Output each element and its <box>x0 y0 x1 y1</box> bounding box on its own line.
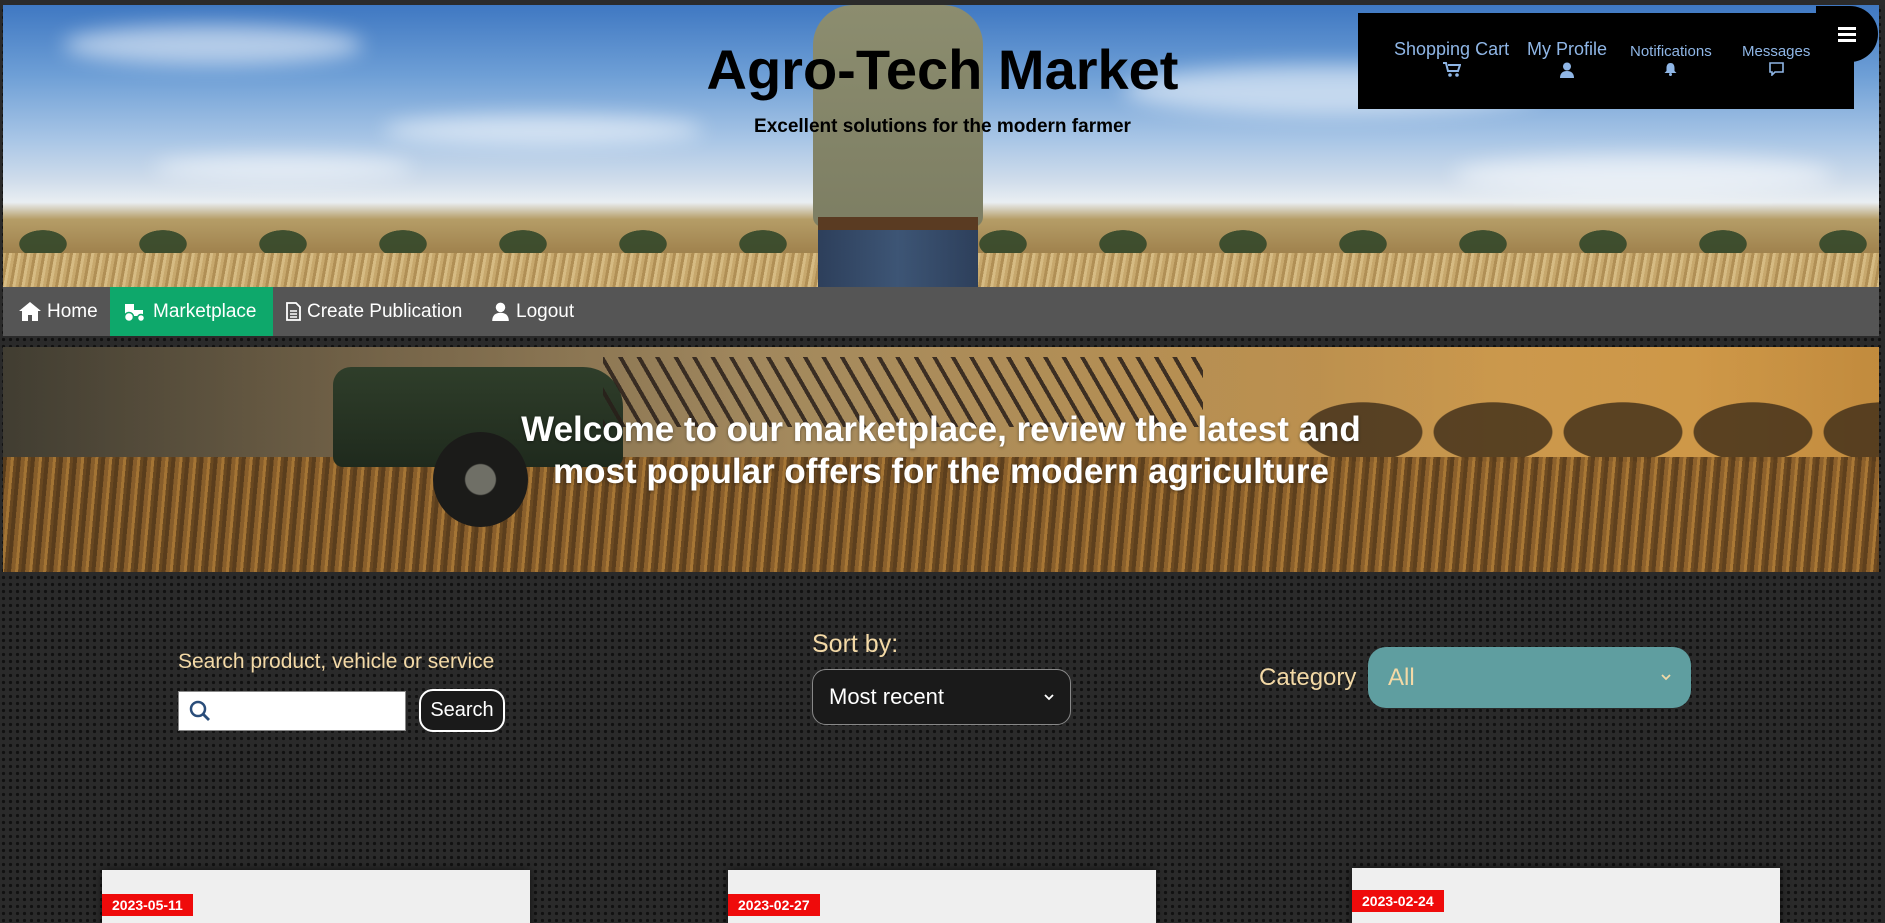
nav-logout-label: Logout <box>516 300 575 322</box>
product-card[interactable]: 2023-05-11 <box>102 870 530 923</box>
user-icon <box>1560 62 1574 78</box>
notifications-link[interactable]: Notifications <box>1630 43 1712 76</box>
tractor-icon <box>123 303 146 322</box>
welcome-line-1: Welcome to our marketplace, review the l… <box>521 410 1361 449</box>
date-badge: 2023-05-11 <box>102 894 193 916</box>
nav-home[interactable]: Home <box>6 287 111 336</box>
product-card[interactable]: 2023-02-27 <box>728 870 1156 923</box>
sort-select[interactable]: Most recent <box>812 669 1071 725</box>
user-icon <box>492 302 509 321</box>
messages-link[interactable]: Messages <box>1742 43 1810 76</box>
search-box[interactable] <box>178 691 406 731</box>
search-icon <box>189 700 210 721</box>
cart-icon <box>1442 62 1461 77</box>
chevron-down-icon <box>1661 674 1671 681</box>
search-label: Search product, vehicle or service <box>178 650 495 673</box>
my-profile-link[interactable]: My Profile <box>1527 39 1607 78</box>
bell-icon <box>1664 63 1677 76</box>
search-button[interactable]: Search <box>419 689 505 732</box>
sort-label: Sort by: <box>812 630 899 658</box>
notifications-label: Notifications <box>1630 43 1712 60</box>
top-navigation: Shopping Cart My Profile Notifications M… <box>1358 13 1854 109</box>
date-badge: 2023-02-27 <box>728 894 820 916</box>
nav-marketplace-label: Marketplace <box>153 300 257 322</box>
nav-home-label: Home <box>47 300 98 322</box>
nav-marketplace[interactable]: Marketplace <box>110 287 273 336</box>
messages-label: Messages <box>1742 43 1811 60</box>
hamburger-menu-button[interactable] <box>1816 6 1878 62</box>
main-navbar: Home Marketplace Create Publication Logo… <box>3 287 1879 336</box>
chevron-down-icon <box>1044 693 1054 700</box>
my-profile-label: My Profile <box>1527 39 1608 59</box>
product-card[interactable]: 2023-02-24 <box>1352 868 1780 923</box>
category-selected-value: All <box>1388 663 1415 691</box>
shopping-cart-label: Shopping Cart <box>1394 39 1510 59</box>
welcome-banner: Welcome to our marketplace, review the l… <box>3 347 1879 572</box>
search-input[interactable] <box>217 696 387 726</box>
site-subtitle: Excellent solutions for the modern farme… <box>754 116 1131 137</box>
nav-logout[interactable]: Logout <box>478 287 587 336</box>
sort-selected-value: Most recent <box>829 684 944 709</box>
category-select[interactable]: All <box>1368 647 1691 708</box>
date-badge: 2023-02-24 <box>1352 890 1444 912</box>
shopping-cart-link[interactable]: Shopping Cart <box>1394 39 1509 78</box>
welcome-line-2: most popular offers for the modern agric… <box>553 452 1329 491</box>
home-icon <box>19 302 41 321</box>
nav-create-publication-label: Create Publication <box>307 300 463 322</box>
nav-create-publication[interactable]: Create Publication <box>273 287 475 336</box>
chat-icon <box>1768 62 1784 76</box>
document-icon <box>286 302 301 321</box>
welcome-heading: Welcome to our marketplace, review the l… <box>3 409 1879 493</box>
category-label: Category <box>1259 664 1357 691</box>
hamburger-icon <box>1838 26 1856 42</box>
